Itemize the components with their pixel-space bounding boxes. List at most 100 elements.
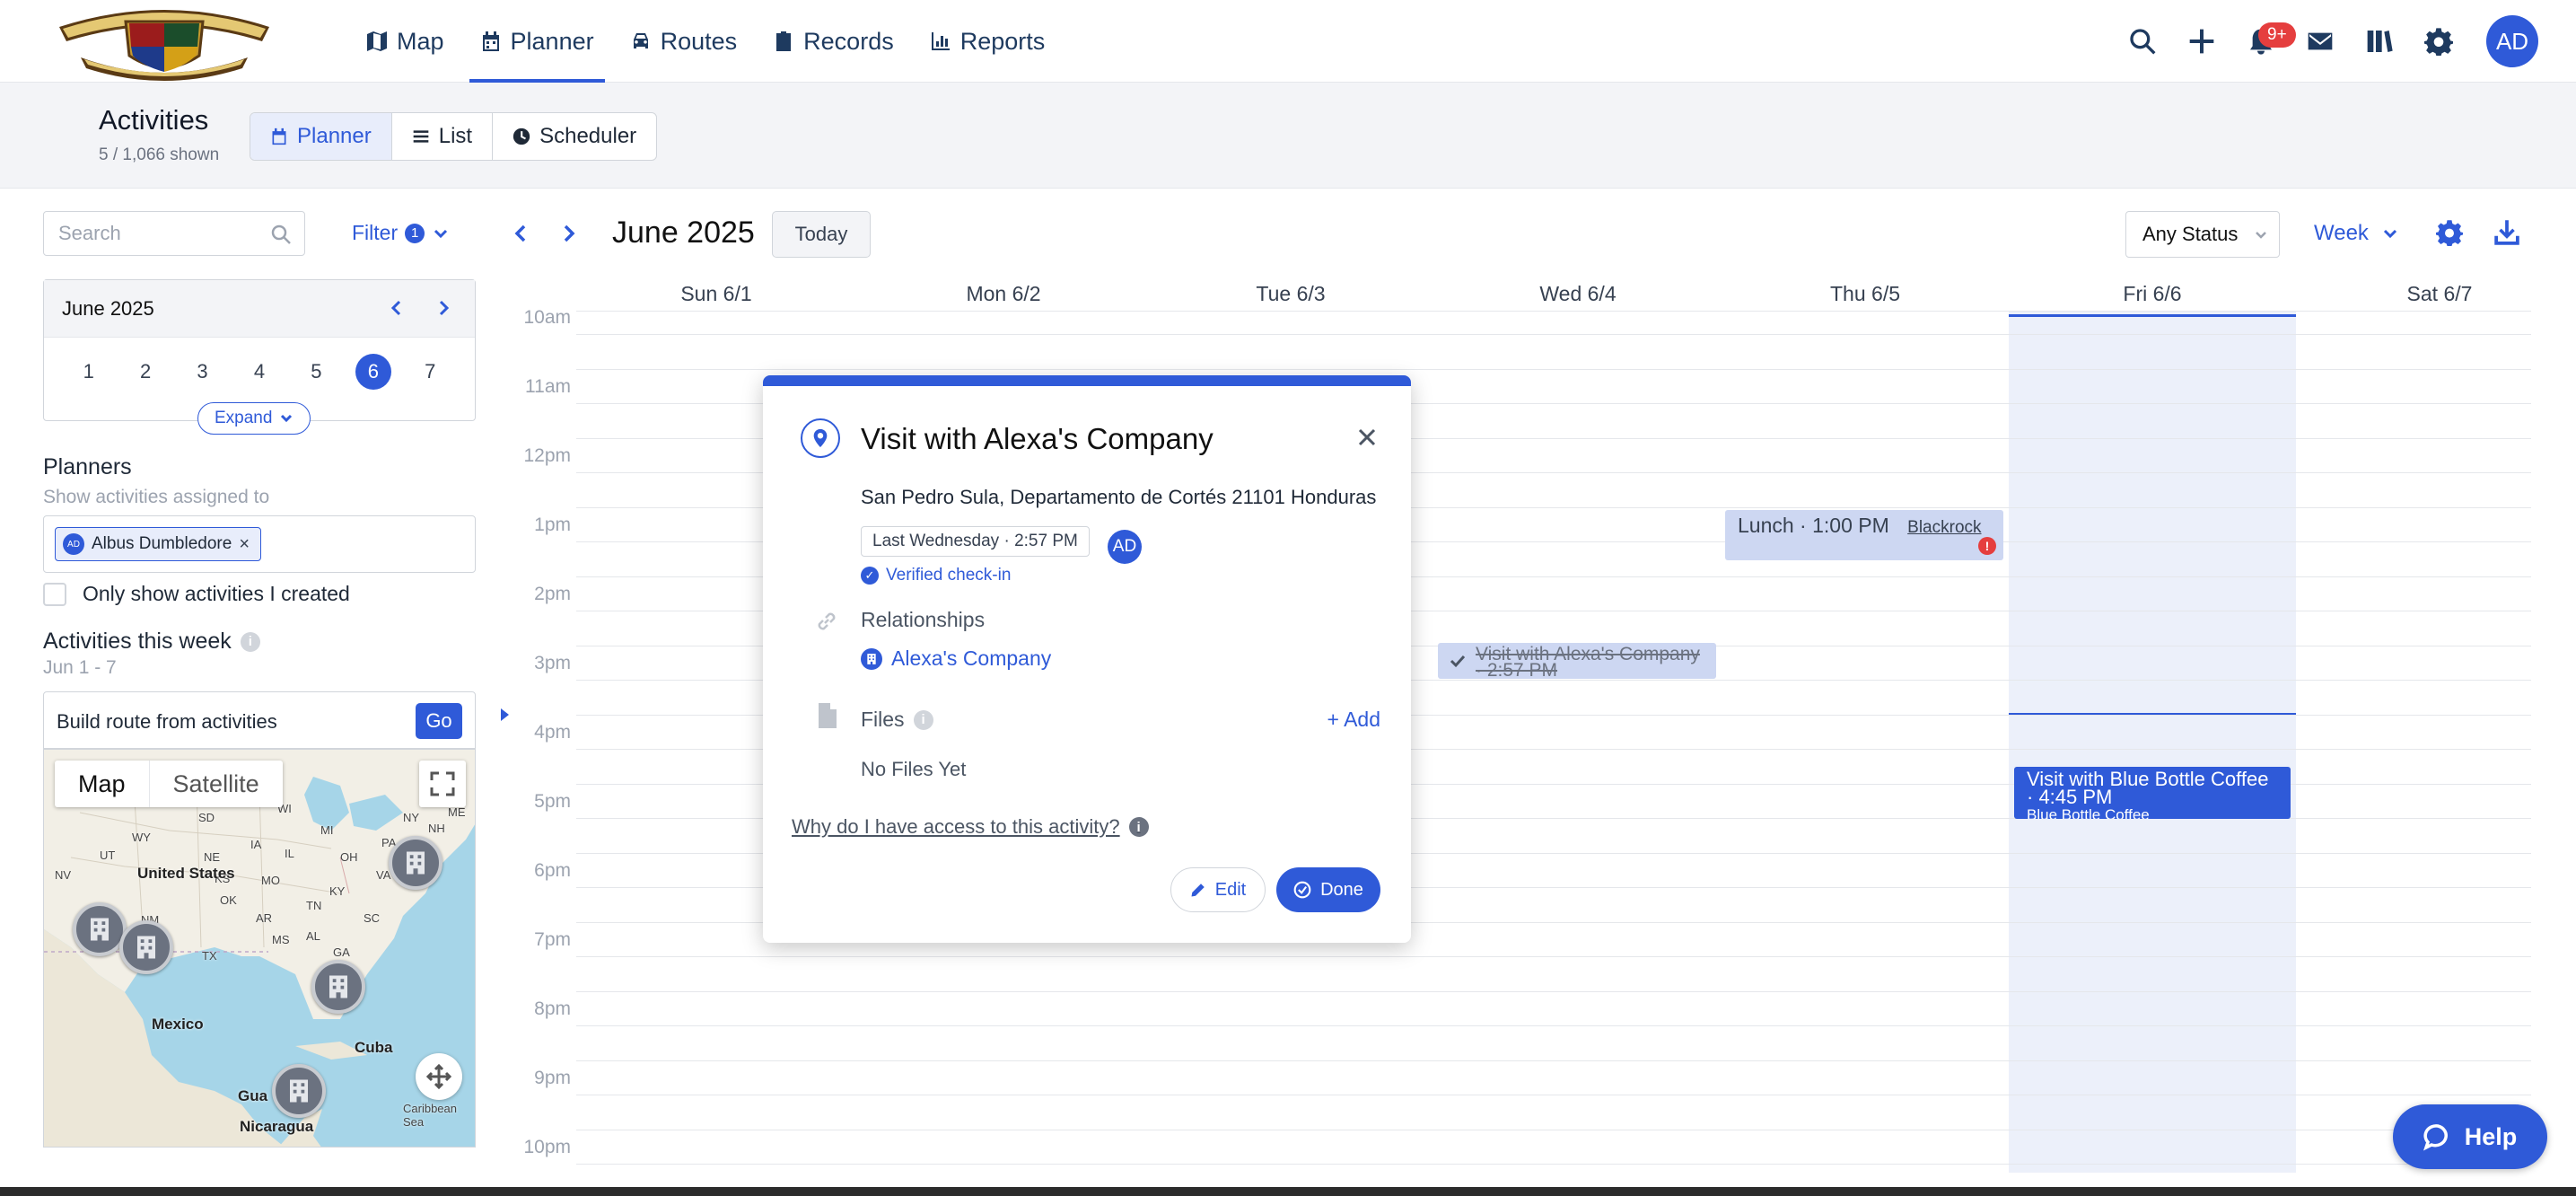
tab-scheduler[interactable]: Scheduler	[493, 113, 656, 160]
tab-list[interactable]: List	[392, 113, 494, 160]
day-header[interactable]: Sat 6/7	[2296, 282, 2576, 306]
remove-planner-icon[interactable]: ×	[239, 534, 250, 555]
mini-day[interactable]: 1	[71, 354, 107, 390]
day-header[interactable]: Mon 6/2	[860, 282, 1147, 306]
planner-select[interactable]: AD Albus Dumbledore ×	[43, 515, 476, 573]
add-file-link[interactable]: + Add	[1327, 708, 1380, 732]
event-lunch-title: Lunch · 1:00 PM	[1738, 514, 1889, 537]
mini-day[interactable]: 7	[412, 354, 448, 390]
envelope-icon	[2308, 32, 2333, 50]
nav-records-label: Records	[803, 27, 894, 55]
messages-button[interactable]	[2291, 12, 2350, 71]
download-icon[interactable]	[2493, 219, 2520, 246]
map-cluster-pin[interactable]	[389, 836, 442, 890]
map-cluster-pin[interactable]	[272, 1064, 326, 1118]
map-recenter-button[interactable]	[416, 1053, 462, 1100]
nav-planner[interactable]: Planner	[462, 0, 612, 83]
close-popup-button[interactable]	[1355, 426, 1379, 449]
week-title-label: Activities this week	[43, 629, 232, 654]
library-button[interactable]	[2350, 12, 2409, 71]
pencil-icon	[1191, 884, 1205, 897]
mini-day-selected[interactable]: 6	[355, 354, 391, 390]
map-type-satellite[interactable]: Satellite	[150, 761, 283, 807]
event-lunch-location[interactable]: Blackrock	[1907, 518, 1981, 537]
chevron-left-icon[interactable]	[381, 293, 412, 323]
done-button[interactable]: Done	[1276, 867, 1380, 912]
day-header-today[interactable]: Fri 6/6	[2009, 282, 2296, 317]
nav-map[interactable]: Map	[348, 0, 462, 83]
expand-calendar-button[interactable]: Expand	[197, 402, 311, 435]
top-nav: Map Planner Routes Records Reports 9+ AD	[0, 0, 2576, 83]
day-header[interactable]: Wed 6/4	[1434, 282, 1722, 306]
tab-planner[interactable]: Planner	[250, 113, 392, 160]
map-state-label: KY	[329, 884, 346, 898]
alert-icon: !	[1978, 537, 1996, 555]
help-button[interactable]: Help	[2393, 1104, 2547, 1169]
mini-calendar-month: June 2025	[62, 296, 154, 320]
collapse-sidebar-icon[interactable]	[495, 706, 513, 724]
grid-line	[576, 1025, 2531, 1026]
status-filter-select[interactable]: Any Status	[2125, 211, 2280, 258]
check-circle-icon	[1293, 881, 1311, 899]
map-cluster-pin[interactable]	[119, 920, 173, 974]
chevron-down-icon	[434, 229, 448, 238]
calendar-icon	[482, 31, 499, 51]
nav-routes[interactable]: Routes	[612, 0, 756, 83]
map-fullscreen-button[interactable]	[419, 761, 466, 807]
map-state-label: NH	[428, 822, 445, 835]
grid-line	[576, 956, 2531, 957]
user-avatar[interactable]: AD	[2486, 15, 2538, 67]
window-bottom-edge	[0, 1187, 2576, 1196]
event-blue-bottle[interactable]: Visit with Blue Bottle Coffee · 4:45 PM …	[2014, 767, 2291, 819]
map-cluster-pin[interactable]	[311, 960, 365, 1014]
info-icon[interactable]: i	[913, 709, 933, 730]
gear-icon[interactable]	[2436, 219, 2463, 246]
filter-button[interactable]: Filter 1	[352, 221, 450, 245]
popup-address: San Pedro Sula, Departamento de Cortés 2…	[861, 486, 1377, 508]
today-button[interactable]: Today	[772, 211, 871, 258]
global-search-button[interactable]	[2113, 12, 2172, 71]
expand-label: Expand	[215, 409, 273, 427]
building-icon	[861, 647, 882, 670]
filter-label: Filter	[352, 221, 399, 244]
event-visit-completed[interactable]: Visit with Alexa's Company · 2:57 PM	[1438, 643, 1716, 679]
mini-day[interactable]: 2	[127, 354, 163, 390]
map-type-map[interactable]: Map	[55, 761, 150, 807]
only-mine-checkbox[interactable]	[43, 582, 66, 606]
mini-day[interactable]: 4	[241, 354, 277, 390]
event-visit-title: Visit with Alexa's Company · 2:57 PM	[1476, 644, 1700, 679]
plus-icon	[2189, 29, 2214, 54]
map-country-label: Cuba	[355, 1039, 393, 1056]
map-state-label: ME	[448, 805, 466, 819]
create-button[interactable]	[2172, 12, 2231, 71]
access-info-link[interactable]: Why do I have access to this activity? i	[792, 815, 1149, 839]
relationship-company-name: Alexa's Company	[891, 646, 1052, 670]
build-route-go-button[interactable]: Go	[416, 703, 462, 739]
chevron-right-icon[interactable]	[428, 293, 459, 323]
search-input[interactable]	[44, 212, 259, 255]
activities-map[interactable]: NV UT WY SD IA IL OK TX MS GA MI NH ME N…	[43, 749, 476, 1148]
mini-day[interactable]: 3	[185, 354, 221, 390]
checkin-user-avatar[interactable]: AD	[1108, 530, 1142, 564]
event-lunch[interactable]: Lunch · 1:00 PM Blackrock !	[1725, 510, 2003, 560]
view-select[interactable]: Week	[2314, 221, 2399, 246]
event-blue-bottle-title: Visit with Blue Bottle Coffee · 4:45 PM	[2027, 768, 2269, 808]
mini-day[interactable]: 5	[298, 354, 334, 390]
notifications-button[interactable]: 9+	[2231, 12, 2296, 71]
info-icon[interactable]: i	[240, 631, 260, 652]
day-header[interactable]: Tue 6/3	[1147, 282, 1434, 306]
nav-map-label: Map	[397, 27, 444, 55]
map-cluster-pin[interactable]	[73, 902, 127, 956]
day-header[interactable]: Sun 6/1	[573, 282, 860, 306]
hogwarts-logo[interactable]	[54, 0, 275, 83]
chevron-right-icon[interactable]	[555, 219, 583, 248]
day-header[interactable]: Thu 6/5	[1722, 282, 2009, 306]
map-state-label: SC	[364, 911, 381, 925]
settings-button[interactable]	[2409, 12, 2468, 71]
relationship-company-link[interactable]: Alexa's Company	[861, 646, 1051, 671]
edit-button[interactable]: Edit	[1170, 867, 1266, 912]
nav-records[interactable]: Records	[755, 0, 912, 83]
relationships-label: Relationships	[861, 608, 986, 631]
nav-reports[interactable]: Reports	[912, 0, 1064, 83]
chevron-left-icon[interactable]	[506, 219, 535, 248]
